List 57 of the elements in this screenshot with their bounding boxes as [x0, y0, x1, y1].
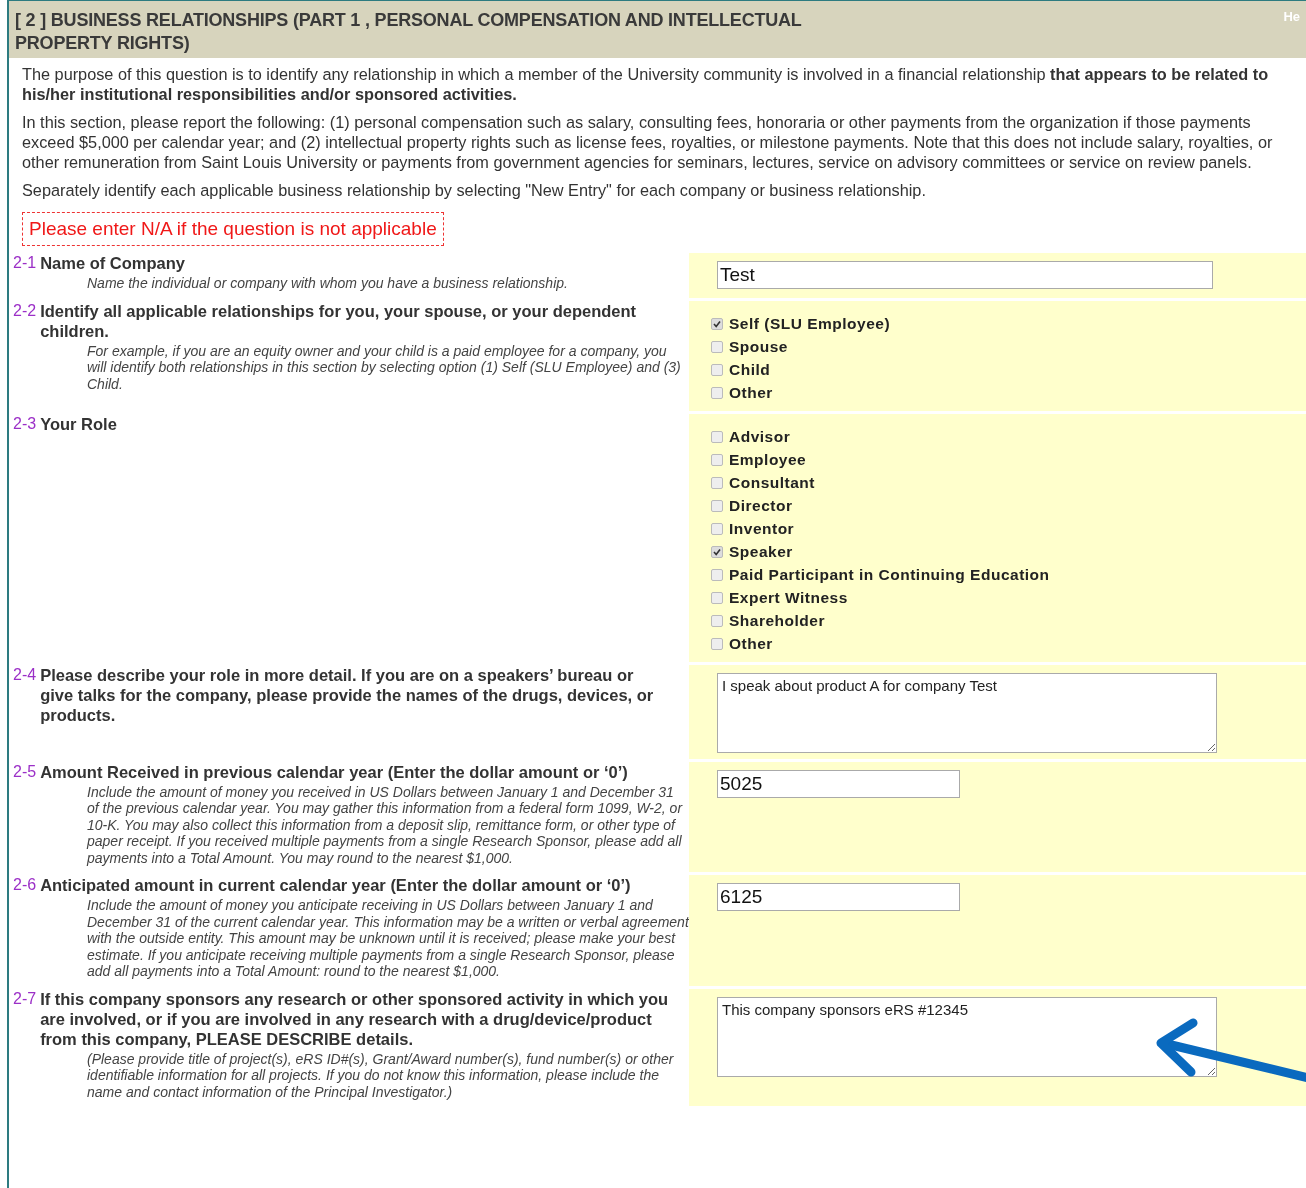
question-hint: Name the individual or company with whom you have a business relationship. [86, 275, 569, 292]
warning-message: Please enter N/A if the question is not applicable [22, 212, 444, 246]
question-label: Name of Company [40, 253, 186, 273]
question-hint: Include the amount of money you received in US Dollars between January 1 and December 31 of the previous calendar year. You may gather this information from a federal form 1099, W-2, or 10-K. You may also collect this information from a deposit slip, remittance form, or other type of paper receipt. If you received multiple payments from a single Research Sponsor, please add all payments into a Total Amount. You may round to the nearest $1,000. [85, 783, 684, 866]
checkbox[interactable] [711, 523, 723, 535]
checkbox-label: Speaker [729, 543, 793, 561]
checkbox-label: Director [729, 497, 793, 515]
question-number: 2-3 [13, 413, 37, 434]
question-number: 2-6 [13, 875, 37, 895]
checkbox-label: Self (SLU Employee) [729, 315, 891, 333]
checkbox[interactable] [711, 546, 723, 558]
checkbox-label: Shareholder [729, 612, 825, 630]
checkbox[interactable] [711, 500, 723, 512]
checkbox[interactable] [711, 387, 723, 399]
checkbox-label: Expert Witness [729, 589, 848, 607]
question-label: Anticipated amount in current calendar year (Enter the dollar amount or ‘0’) [40, 875, 632, 895]
checkbox-label: Other [729, 635, 773, 653]
question-label: Identify all applicable relationships for you, your spouse, or your dependent children. [40, 300, 638, 341]
text-area[interactable]: I speak about product A for company Test [717, 672, 1217, 753]
checkbox-label: Other [729, 384, 773, 402]
checkbox[interactable] [711, 615, 723, 627]
checkbox-label: Employee [729, 451, 807, 469]
question-number: 2-4 [13, 664, 37, 685]
checkbox[interactable] [711, 477, 723, 489]
checkbox-label: Advisor [729, 428, 791, 446]
question-number: 2-5 [13, 761, 37, 782]
section-title: [ 2 ] BUSINESS RELATIONSHIPS (PART 1 , PERSONAL COMPENSATION AND INTELLECTUAL PROPERTY RIGHTS) [15, 9, 803, 55]
question-number: 2-1 [13, 253, 37, 273]
checkbox-label: Spouse [729, 338, 788, 356]
checkbox[interactable] [711, 318, 723, 330]
text-area[interactable]: This company sponsors eRS #12345 [717, 996, 1217, 1077]
question-label: Amount Received in previous calendar year (Enter the dollar amount or ‘0’) [40, 761, 629, 782]
question-number: 2-7 [13, 988, 37, 1009]
question-hint: Include the amount of money you anticipate receiving in US Dollars between January 1 and December 31 of the current calendar year. This information may be a written or verbal agreement with the outside entity. This amount may be unknown until it is received; please make your best estimate. If you anticipate receiving multiple payments from a single Research Sponsor, please add all payments into a Total Amount: round to the nearest $1,000. [86, 897, 689, 980]
text-field[interactable]: 5025 [717, 769, 960, 798]
checkbox[interactable] [711, 569, 723, 581]
checkbox[interactable] [711, 638, 723, 650]
checkbox[interactable] [711, 592, 723, 604]
checkbox-label: Consultant [729, 474, 815, 492]
question-label: If this company sponsors any research or other sponsored activity in which you are involved, or if you are involved in any research with a drug/device/product from this company, PLEASE DESCRIBE details. [40, 988, 670, 1049]
checkbox[interactable] [711, 341, 723, 353]
checkbox[interactable] [711, 454, 723, 466]
checkbox[interactable] [711, 431, 723, 443]
intro-paragraph: Separately identify each applicable business relationship by selecting "New Entry" for each company or business relationship. [22, 180, 927, 200]
checkbox-label: Paid Participant in Continuing Education [729, 566, 1050, 584]
intro-paragraph: The purpose of this question is to identify any relationship in which a member of the University community is involved in a financial relationship that appears to be related to his/her institutional responsibilities and/or sponsored activities. [22, 64, 1270, 104]
checkbox-label: Inventor [729, 520, 795, 538]
question-label: Please describe your role in more detail. If you are on a speakers’ bureau or give talks for the company, please provide the names of the drugs, devices, or products. [40, 664, 655, 725]
text-field[interactable]: 6125 [717, 883, 960, 911]
question-hint: (Please provide title of project(s), eRS ID#(s), Grant/Award number(s), fund number(s) or other identifiable information for all projects. If you do not know this information, please include the name and contact information of the Principal Investigator.) [86, 1050, 675, 1100]
question-label: Your Role [40, 413, 118, 434]
checkbox-label: Child [729, 361, 771, 379]
checkbox[interactable] [711, 364, 723, 376]
question-hint: For example, if you are an equity owner and your child is a paid employee for a company, you will identify both relationships in this section by selecting option (1) Self (SLU Employee) and (3) Child. [86, 342, 682, 392]
text-field[interactable]: Test [717, 261, 1213, 289]
question-number: 2-2 [13, 300, 37, 321]
intro-paragraph: In this section, please report the following: (1) personal compensation such as salary, consulting fees, honoraria or other payments from the organization if those payments exceed $5,000 per calendar year; and (2) intellectual property rights such as license fees, royalties, or milestone payments. Note that this does not include salary, royalties, or other remuneration from Saint Louis University or payments from government agencies for seminars, lectures, service on advisory committees or service on review panels. [22, 112, 1274, 172]
